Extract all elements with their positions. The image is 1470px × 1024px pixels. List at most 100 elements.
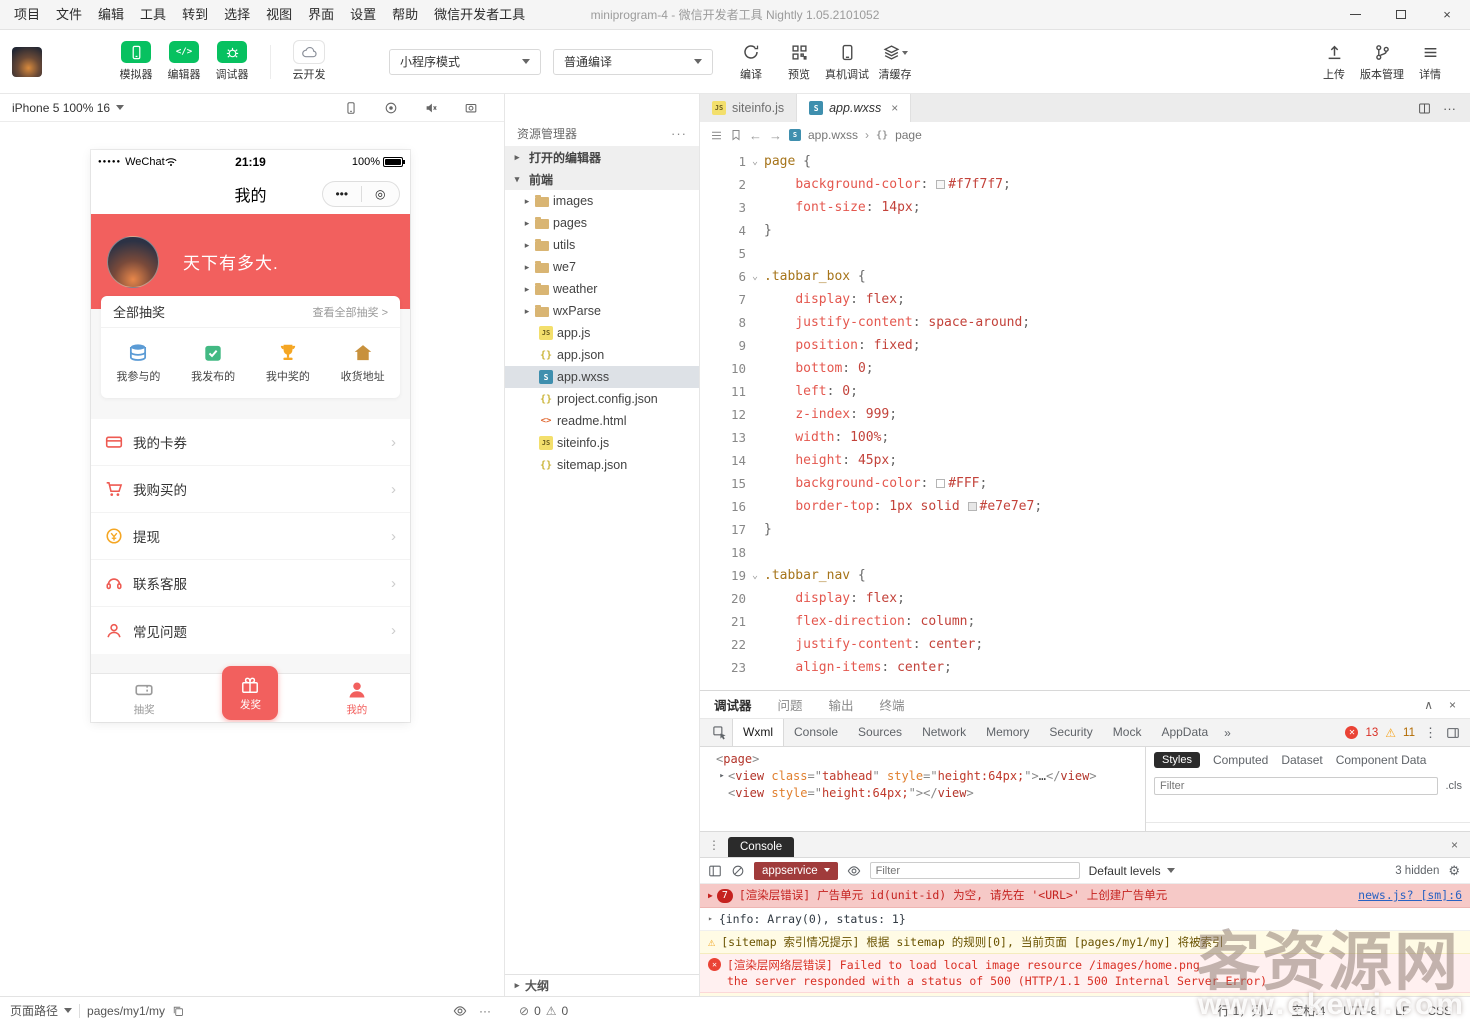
code-line[interactable]: 15 background-color: #FFF; [700, 472, 1470, 495]
profile-avatar[interactable] [107, 236, 159, 288]
tab-award[interactable]: 发奖 [197, 674, 303, 722]
code-editor[interactable]: 1⌄page {2 background-color: #f7f7f7;3 fo… [700, 148, 1470, 690]
address-item[interactable]: 收货地址 [325, 342, 400, 384]
menu-item[interactable]: 选择 [216, 0, 258, 30]
devtools-tab-security[interactable]: Security [1039, 719, 1102, 746]
close-console-icon[interactable]: × [1451, 838, 1470, 852]
maximize-button[interactable] [1378, 0, 1424, 30]
tab-profile[interactable]: 我的 [304, 674, 410, 722]
styles-tab[interactable]: Dataset [1281, 753, 1322, 767]
console-tab[interactable]: Console [728, 837, 794, 857]
details-button[interactable]: 详情 [1406, 41, 1454, 82]
devtools-tab-wxml[interactable]: Wxml [732, 719, 784, 746]
cls-toggle[interactable]: .cls [1446, 780, 1463, 792]
tab-lottery[interactable]: 抽奖 [91, 674, 197, 722]
menu-item-withdraw[interactable]: 提现› [91, 513, 410, 560]
tree-item-app.json[interactable]: {}app.json [505, 344, 699, 366]
mode-select[interactable]: 小程序模式 [389, 49, 541, 75]
statusbar-item[interactable]: UTF-8 [1343, 1004, 1377, 1018]
problems-section[interactable]: ⊘ 0 ⚠ 0 [505, 997, 700, 1024]
devtools-tab-network[interactable]: Network [912, 719, 976, 746]
code-line[interactable]: 13 width: 100%; [700, 426, 1470, 449]
exit-button[interactable]: ◎ [362, 182, 400, 206]
console-sidebar-icon[interactable] [708, 864, 722, 878]
panel-tab[interactable]: 终端 [880, 695, 905, 714]
drag-handle-icon[interactable]: ⋮ [700, 838, 728, 852]
wxml-node[interactable]: <view style="height:64px;"></view> [700, 785, 1145, 802]
console-message[interactable]: ⚠[sitemap 索引情况提示] 根据 sitemap 的规则[0], 当前页… [700, 931, 1470, 954]
error-count-icon[interactable]: ✕ [1345, 726, 1358, 739]
tab-siteinfo-js[interactable]: JS siteinfo.js [700, 94, 797, 122]
expand-icon[interactable]: ▶ [708, 888, 713, 904]
code-line[interactable]: 23 align-items: center; [700, 656, 1470, 679]
close-tab-icon[interactable]: × [891, 101, 898, 115]
tree-item-weather[interactable]: ▸weather [505, 278, 699, 300]
fold-icon[interactable]: ⌄ [746, 564, 764, 587]
cloud-button[interactable]: 云开发 [285, 41, 333, 82]
fold-icon[interactable]: ⌄ [746, 150, 764, 173]
menu-item[interactable]: 视图 [258, 0, 300, 30]
statusbar-item[interactable]: 行 1，列 1 [1217, 1002, 1273, 1019]
devtools-tab-appdata[interactable]: AppData [1151, 719, 1218, 746]
panel-tab[interactable]: 调试器 [714, 695, 752, 714]
menu-item[interactable]: 转到 [174, 0, 216, 30]
clear-cache-button[interactable]: 清缓存 [871, 41, 919, 82]
more-tabs-icon[interactable]: » [1218, 726, 1237, 740]
code-line[interactable]: 8 justify-content: space-around; [700, 311, 1470, 334]
devtools-tab-memory[interactable]: Memory [976, 719, 1039, 746]
tree-item-project.config.json[interactable]: {}project.config.json [505, 388, 699, 410]
preview-button[interactable]: 预览 [775, 41, 823, 82]
compile-mode-select[interactable]: 普通编译 [553, 49, 713, 75]
mute-icon[interactable] [424, 101, 438, 115]
tree-item-readme.html[interactable]: <>readme.html [505, 410, 699, 432]
menu-item-faq[interactable]: 常见问题› [91, 607, 410, 654]
code-line[interactable]: 20 display: flex; [700, 587, 1470, 610]
trophy-item[interactable]: 我中奖的 [251, 342, 326, 384]
minimize-button[interactable] [1332, 0, 1378, 30]
tree-item-utils[interactable]: ▸utils [505, 234, 699, 256]
close-button[interactable]: × [1424, 0, 1470, 30]
wxml-tree[interactable]: <page>▸<view class="tabhead" style="heig… [700, 747, 1145, 831]
dock-side-icon[interactable] [1446, 726, 1460, 740]
tree-item-前端[interactable]: ▾前端 [505, 168, 699, 190]
code-line[interactable]: 21 flex-direction: column; [700, 610, 1470, 633]
statusbar-item[interactable]: 空格:4 [1291, 1002, 1325, 1019]
menu-item[interactable]: 编辑 [90, 0, 132, 30]
code-line[interactable]: 19⌄.tabbar_nav { [700, 564, 1470, 587]
simulator-button[interactable]: 模拟器 [112, 41, 160, 82]
code-line[interactable]: 9 position: fixed; [700, 334, 1470, 357]
tree-item-siteinfo.js[interactable]: JSsiteinfo.js [505, 432, 699, 454]
menu-item[interactable]: 工具 [132, 0, 174, 30]
menu-item[interactable]: 文件 [48, 0, 90, 30]
inspect-element-icon[interactable] [706, 725, 732, 740]
tree-item-打开的编辑器[interactable]: ▸打开的编辑器 [505, 146, 699, 168]
panel-tab[interactable]: 输出 [829, 695, 854, 714]
console-filter-input[interactable] [870, 862, 1080, 879]
more-button[interactable]: ••• [323, 182, 361, 206]
device-debug-button[interactable]: 真机调试 [823, 41, 871, 82]
menu-item[interactable]: 设置 [342, 0, 384, 30]
code-line[interactable]: 11 left: 0; [700, 380, 1470, 403]
context-select[interactable]: appservice [754, 862, 838, 880]
code-line[interactable]: 14 height: 45px; [700, 449, 1470, 472]
code-line[interactable]: 10 bottom: 0; [700, 357, 1470, 380]
console-settings-icon[interactable]: ⚙ [1448, 863, 1462, 879]
code-line[interactable]: 22 justify-content: center; [700, 633, 1470, 656]
rotate-device-icon[interactable] [344, 101, 358, 115]
styles-tab[interactable]: Computed [1213, 753, 1268, 767]
debugger-button[interactable]: 调试器 [208, 41, 256, 82]
menu-item[interactable]: 帮助 [384, 0, 426, 30]
console-message[interactable]: ✕[渲染层网络层错误] Failed to load local image r… [700, 954, 1470, 993]
breadcrumb-file[interactable]: app.wxss [808, 128, 858, 142]
outline-section[interactable]: ▸ 大纲 [505, 974, 699, 996]
menu-item[interactable]: 界面 [300, 0, 342, 30]
styles-tab[interactable]: Component Data [1336, 753, 1427, 767]
tree-item-app.js[interactable]: JSapp.js [505, 322, 699, 344]
styles-filter-input[interactable] [1154, 777, 1438, 795]
upload-button[interactable]: 上传 [1310, 41, 1358, 82]
code-line[interactable]: 3 font-size: 14px; [700, 196, 1470, 219]
breadcrumb-rule[interactable]: page [895, 128, 922, 142]
more-button[interactable]: ··· [479, 1004, 491, 1018]
menu-item[interactable]: 项目 [6, 0, 48, 30]
code-line[interactable]: 7 display: flex; [700, 288, 1470, 311]
